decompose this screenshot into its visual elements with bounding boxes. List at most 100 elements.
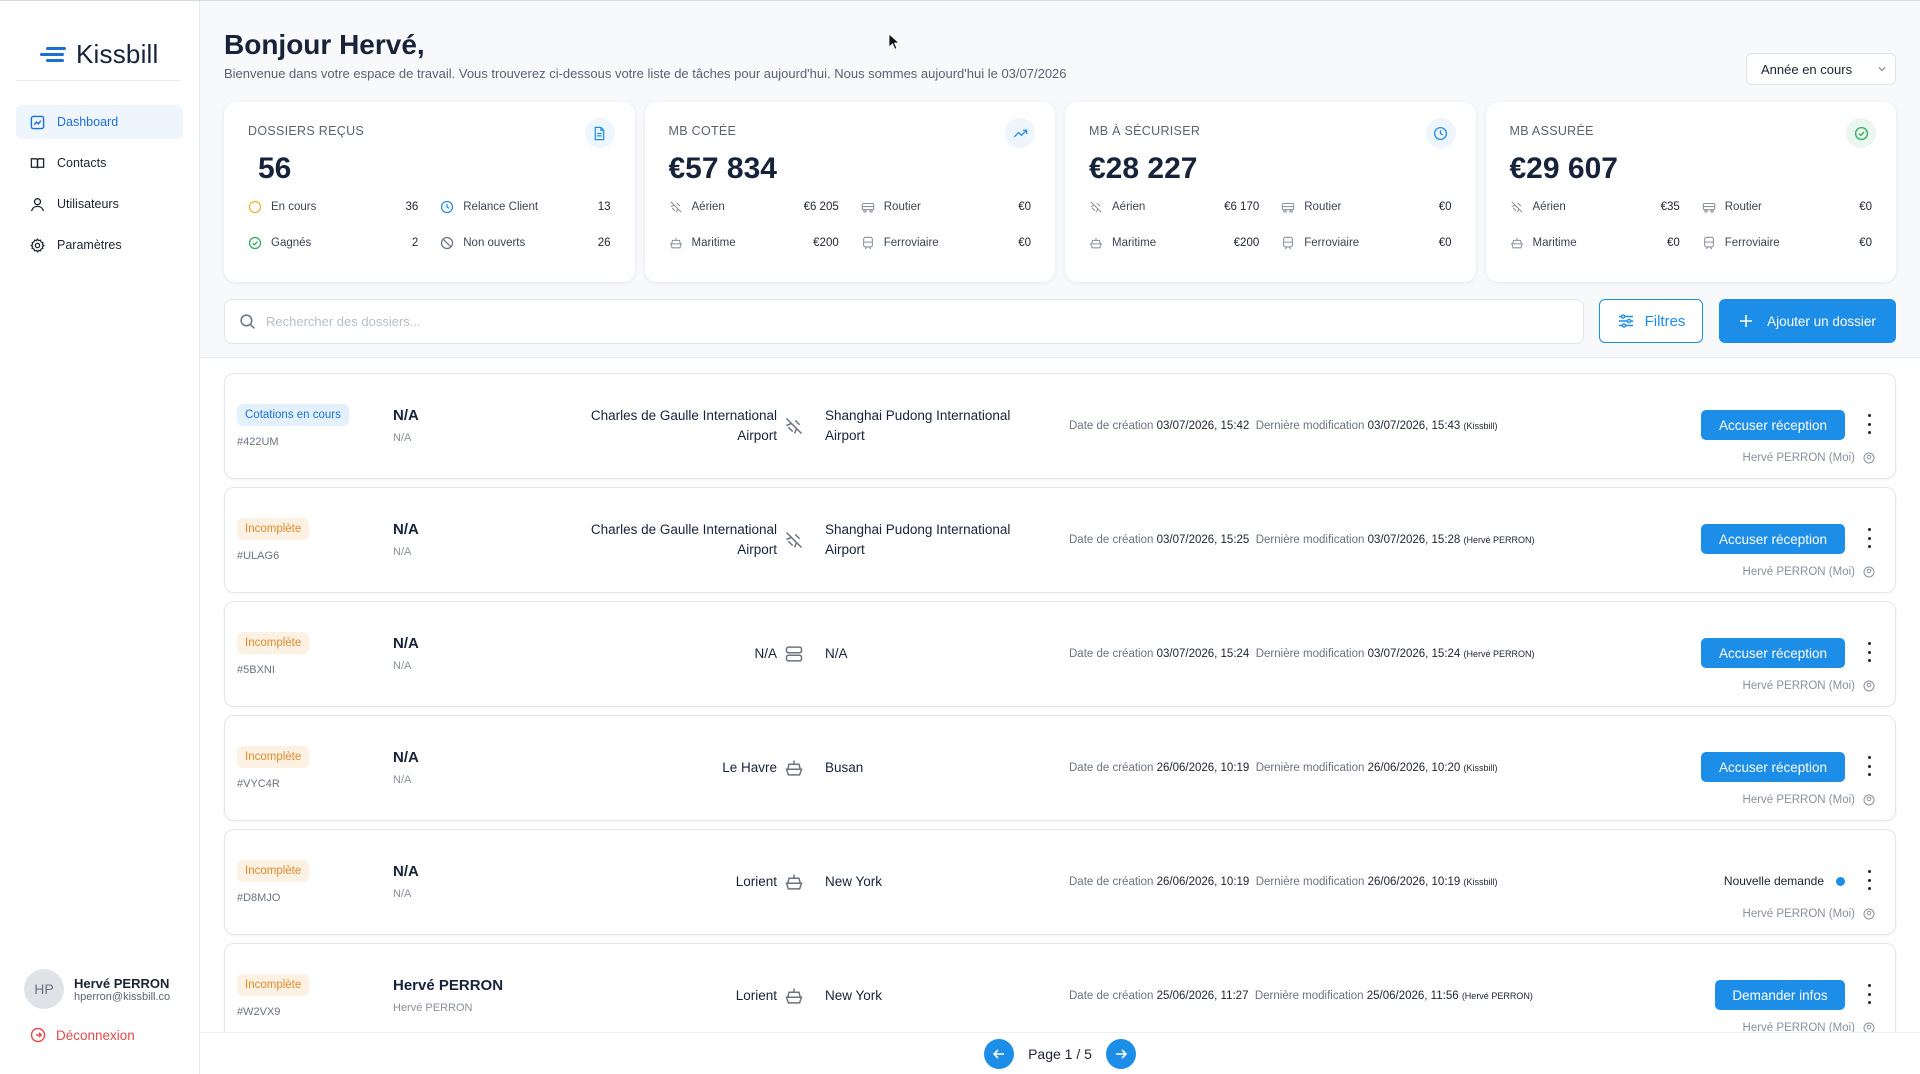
logo[interactable]: Kissbill [16,1,181,81]
row-dates: Date de création 03/07/2026, 15:25 Derni… [1069,534,1535,546]
stat-routier: Routier €0 [861,200,1031,214]
acknowledge-button[interactable]: Accuser réception [1701,752,1845,782]
destination: Shanghai Pudong International Airport [825,408,1011,443]
dossier-ref: #D8MJO [237,892,281,904]
stat-maritime: Maritime €0 [1510,236,1680,250]
plane-icon [785,531,803,549]
ship-icon [1510,237,1523,249]
ship-icon [785,988,803,1004]
row-dates: Date de création 26/06/2026, 10:19 Derni… [1069,762,1498,774]
next-page-button[interactable] [1105,1039,1136,1069]
more-options-icon[interactable] [1865,870,1873,890]
table-row[interactable]: Incomplète #W2VX9 Hervé PERRON Hervé PER… [224,943,1896,1032]
more-options-icon[interactable] [1865,414,1873,434]
table-row[interactable]: Incomplète #5BXNI N/A N/A N/A N/A Date d… [224,601,1896,707]
dossier-ref: #5BXNI [237,664,275,676]
train-icon [1703,236,1714,250]
sidebar: Kissbill Dashboard Contacts Utilisateurs… [0,1,200,1074]
stat-routier: Routier €0 [1702,200,1872,214]
stat-maritime: Maritime €200 [669,236,839,250]
add-dossier-button[interactable]: Ajouter un dossier [1719,299,1896,343]
table-row[interactable]: Cotations en cours #422UM N/A N/A Charle… [224,373,1896,479]
sidebar-item-label: Utilisateurs [57,197,119,211]
client-sub: N/A [393,660,412,672]
truck-icon [1282,202,1295,213]
destination: Shanghai Pudong International Airport [825,522,1011,557]
sidebar-item-dashboard[interactable]: Dashboard [16,105,183,139]
kpi-card-title: MB COTÉE [668,124,737,138]
client-sub: N/A [393,432,412,444]
acknowledge-button[interactable]: Accuser réception [1701,638,1845,668]
origin: Charles de Gaulle International Airport [590,522,777,557]
prev-page-button[interactable] [984,1039,1015,1069]
search-input[interactable] [266,314,1466,329]
sidebar-nav: Dashboard Contacts Utilisateurs Paramètr… [0,81,199,262]
more-options-icon[interactable] [1865,984,1873,1004]
dossier-ref: #VYC4R [237,778,280,790]
pagination: Page 1 / 5 [200,1032,1920,1074]
status-badge: Cotations en cours [237,404,349,426]
arrow-right-icon [1115,1049,1128,1059]
dossier-ref: #ULAG6 [237,550,280,562]
user-badge-icon [1863,794,1875,806]
clock-icon [1425,118,1456,148]
user-profile[interactable]: HP Hervé PERRON hperron@kissbill.co [24,969,194,1009]
sidebar-item-contacts[interactable]: Contacts [16,146,183,180]
mouse-cursor-icon [888,33,900,50]
avatar: HP [24,969,64,1009]
logout-icon [30,1027,46,1043]
logout-button[interactable]: Déconnexion [30,1027,135,1043]
ship-icon [1090,237,1102,249]
user-badge-icon [1863,680,1875,692]
status-badge: Incomplète [237,860,310,882]
ship-icon [785,874,803,890]
destination: New York [825,874,883,889]
request-info-button[interactable]: Demander infos [1715,980,1845,1010]
acknowledge-button[interactable]: Accuser réception [1701,410,1845,440]
stat-gagnes: Gagnés 2 [248,236,418,250]
book-icon [30,157,45,168]
sidebar-item-utilisateurs[interactable]: Utilisateurs [16,187,183,221]
owner: Hervé PERRON (Moi) [1743,908,1875,920]
client-name: N/A [393,521,419,538]
owner: Hervé PERRON (Moi) [1743,1022,1875,1032]
destination: N/A [825,646,848,661]
table-row[interactable]: Incomplète #ULAG6 N/A N/A Charles de Gau… [224,487,1896,593]
row-dates: Date de création 25/06/2026, 11:27 Derni… [1069,990,1533,1002]
user-badge-icon [1863,908,1875,920]
kpi-card-value: 56 [258,152,292,185]
stat-aerien: Aérien €35 [1510,200,1680,214]
gear-icon [30,237,45,253]
truck-icon [861,202,874,213]
period-select[interactable]: Année en cours [1746,53,1896,85]
stat-ferroviaire: Ferroviaire €0 [1281,236,1452,250]
more-options-icon[interactable] [1865,528,1873,548]
client-sub: Hervé PERRON [393,1002,473,1014]
table-row[interactable]: Incomplète #VYC4R N/A N/A Le Havre Busan… [224,715,1896,821]
page-subtitle: Bienvenue dans votre espace de travail. … [224,66,1067,81]
owner: Hervé PERRON (Moi) [1743,566,1875,578]
row-dates: Date de création 03/07/2026, 15:24 Derni… [1069,648,1535,660]
destination: Busan [825,760,864,775]
search-box[interactable] [224,299,1584,344]
sidebar-item-parametres[interactable]: Paramètres [16,228,183,262]
kpi-card-value: €57 834 [668,152,777,185]
kpi-card-title: MB ASSURÉE [1509,124,1594,138]
row-dates: Date de création 03/07/2026, 15:42 Derni… [1069,420,1498,432]
kpi-card-mb-a-securiser: MB À SÉCURISER €28 227 Aérien €6 170 Rou… [1065,102,1476,282]
logo-icon [40,44,68,66]
page-title: Bonjour Hervé, [224,29,425,60]
page-indicator: Page 1 / 5 [1028,1046,1092,1062]
acknowledge-button[interactable]: Accuser réception [1701,524,1845,554]
stat-aerien: Aérien €6 170 [1089,200,1259,214]
table-row[interactable]: Incomplète #D8MJO N/A N/A Lorient New Yo… [224,829,1896,935]
kpi-card-mb-cotee: MB COTÉE €57 834 Aérien €6 205 Routier €… [644,102,1055,282]
owner: Hervé PERRON (Moi) [1743,452,1875,464]
more-options-icon[interactable] [1865,642,1873,662]
client-name: Hervé PERRON [393,977,504,994]
more-options-icon[interactable] [1865,756,1873,776]
filters-button[interactable]: Filtres [1599,299,1703,343]
clock-icon [248,200,262,214]
kpi-card-value: €28 227 [1089,152,1198,185]
owner: Hervé PERRON (Moi) [1743,680,1875,692]
